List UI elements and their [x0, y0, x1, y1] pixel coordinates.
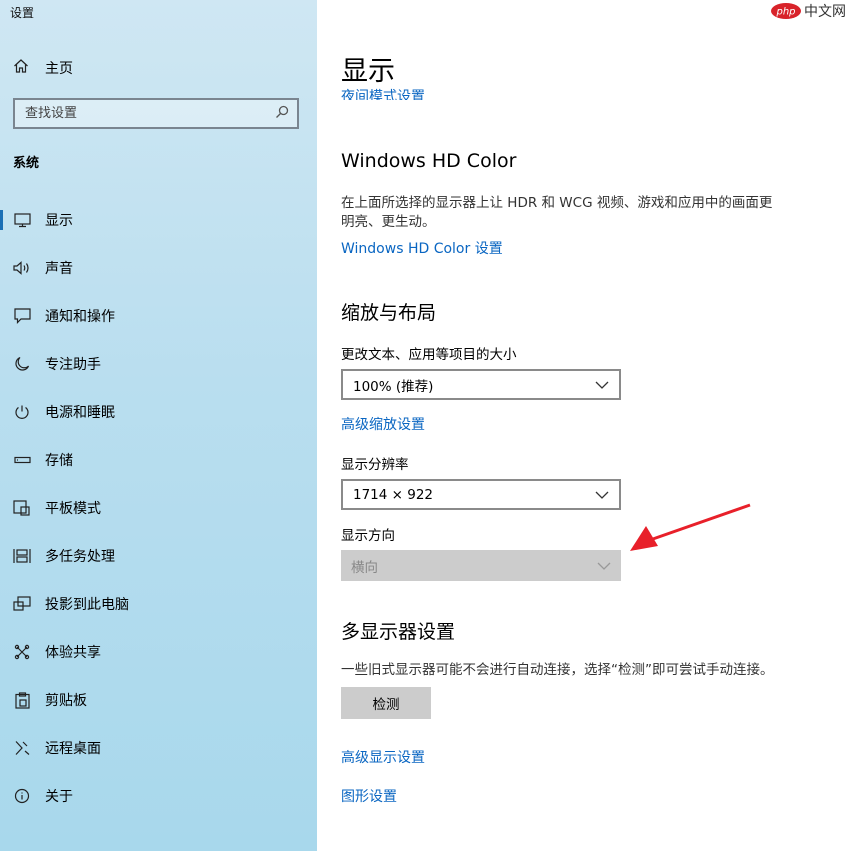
- share-icon: [13, 643, 31, 661]
- remote-icon: [13, 739, 31, 757]
- sidebar-item-label: 远程桌面: [45, 741, 101, 757]
- orientation-dropdown[interactable]: 横向: [341, 550, 621, 581]
- sidebar-item-label: 显示: [45, 213, 73, 229]
- multi-display-desc: 一些旧式显示器可能不会进行自动连接，选择“检测”即可尝试手动连接。: [341, 662, 774, 678]
- detect-button[interactable]: 检测: [341, 687, 431, 719]
- scale-title: 缩放与布局: [341, 302, 437, 324]
- sidebar: 设置 主页 系统 显示 声音 通知和操作 专注助手: [0, 0, 317, 851]
- chevron-down-icon: [595, 381, 609, 389]
- home-icon: [13, 58, 31, 78]
- night-mode-link[interactable]: 夜间模式设置: [341, 86, 425, 100]
- sidebar-home[interactable]: 主页: [13, 58, 73, 78]
- svg-text:php: php: [775, 7, 795, 18]
- sidebar-item-label: 多任务处理: [45, 549, 115, 565]
- sidebar-item-display[interactable]: 显示: [0, 196, 317, 244]
- annotation-arrow: [630, 503, 751, 551]
- clipboard-icon: [13, 691, 31, 709]
- sidebar-nav: 显示 声音 通知和操作 专注助手 电源和睡眠 存储 平板模式 多任务处理 投影到…: [0, 196, 317, 820]
- sidebar-item-about[interactable]: 关于: [0, 772, 317, 820]
- moon-icon: [13, 355, 31, 373]
- resolution-dropdown[interactable]: 1714 × 922: [341, 479, 621, 510]
- hdr-title: Windows HD Color: [341, 150, 517, 172]
- resolution-value: 1714 × 922: [353, 486, 434, 503]
- power-icon: [13, 403, 31, 421]
- sidebar-item-multitasking[interactable]: 多任务处理: [0, 532, 317, 580]
- sidebar-item-label: 剪贴板: [45, 693, 87, 709]
- sidebar-item-focus-assist[interactable]: 专注助手: [0, 340, 317, 388]
- hdr-desc-line1: 在上面所选择的显示器上让 HDR 和 WCG 视频、游戏和应用中的画面更: [341, 195, 773, 211]
- chevron-down-icon: [595, 491, 609, 499]
- sidebar-item-label: 平板模式: [45, 501, 101, 517]
- page-title: 显示: [341, 56, 395, 87]
- watermark-logo: php 中文网: [770, 0, 852, 22]
- chevron-down-icon: [597, 562, 611, 570]
- hdr-desc-line2: 明亮、更生动。: [341, 214, 436, 230]
- section-title: 系统: [13, 156, 40, 171]
- sidebar-item-label: 通知和操作: [45, 309, 115, 325]
- svg-text:中文网: 中文网: [804, 4, 846, 20]
- monitor-icon: [13, 211, 31, 229]
- project-icon: [13, 595, 31, 613]
- search-box[interactable]: [13, 98, 299, 129]
- multitask-icon: [13, 547, 31, 565]
- resolution-label: 显示分辨率: [341, 457, 409, 473]
- sidebar-item-label: 体验共享: [45, 645, 101, 661]
- orientation-value: 横向: [351, 559, 378, 576]
- hdr-settings-link[interactable]: Windows HD Color 设置: [341, 238, 503, 258]
- scale-value: 100% (推荐): [353, 378, 434, 395]
- search-icon[interactable]: [275, 104, 289, 123]
- window-title: 设置: [10, 6, 35, 20]
- sidebar-item-sound[interactable]: 声音: [0, 244, 317, 292]
- multi-display-title: 多显示器设置: [341, 621, 456, 643]
- sidebar-item-label: 投影到此电脑: [45, 597, 129, 613]
- sidebar-item-remote-desktop[interactable]: 远程桌面: [0, 724, 317, 772]
- tablet-icon: [13, 499, 31, 517]
- sidebar-item-label: 电源和睡眠: [45, 405, 115, 421]
- scale-dropdown[interactable]: 100% (推荐): [341, 369, 621, 400]
- info-icon: [13, 787, 31, 805]
- sidebar-item-storage[interactable]: 存储: [0, 436, 317, 484]
- advanced-display-link[interactable]: 高级显示设置: [341, 747, 425, 767]
- sidebar-item-label: 专注助手: [45, 357, 101, 373]
- storage-icon: [13, 451, 31, 469]
- speaker-icon: [13, 259, 31, 277]
- sidebar-item-notifications[interactable]: 通知和操作: [0, 292, 317, 340]
- sidebar-item-label: 存储: [45, 453, 73, 469]
- sidebar-item-shared-experiences[interactable]: 体验共享: [0, 628, 317, 676]
- search-input[interactable]: [25, 106, 245, 121]
- advanced-scaling-link[interactable]: 高级缩放设置: [341, 414, 425, 434]
- orientation-label: 显示方向: [341, 528, 395, 544]
- sidebar-item-tablet-mode[interactable]: 平板模式: [0, 484, 317, 532]
- home-label: 主页: [45, 61, 73, 77]
- sidebar-item-label: 关于: [45, 789, 73, 805]
- size-label: 更改文本、应用等项目的大小: [341, 347, 517, 363]
- notification-icon: [13, 307, 31, 325]
- sidebar-item-power[interactable]: 电源和睡眠: [0, 388, 317, 436]
- sidebar-item-clipboard[interactable]: 剪贴板: [0, 676, 317, 724]
- sidebar-item-label: 声音: [45, 261, 73, 277]
- graphics-settings-link[interactable]: 图形设置: [341, 786, 397, 806]
- sidebar-item-project[interactable]: 投影到此电脑: [0, 580, 317, 628]
